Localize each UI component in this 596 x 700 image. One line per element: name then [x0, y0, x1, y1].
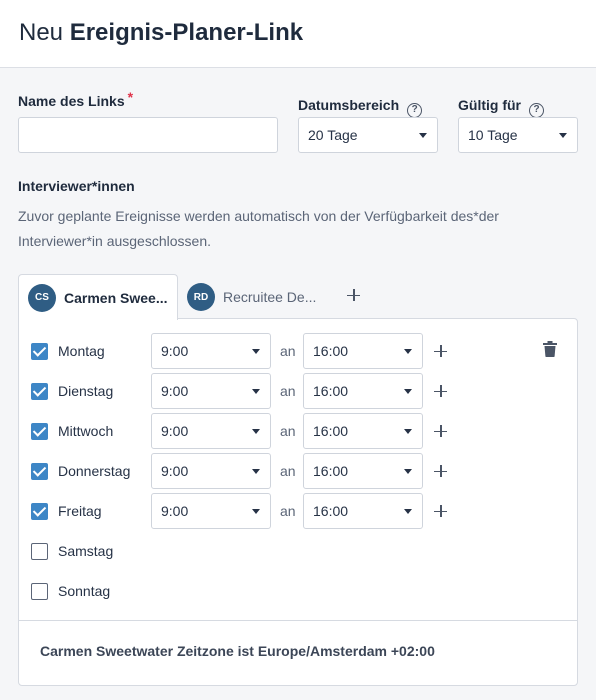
- start-time-value: 9:00: [161, 383, 189, 399]
- end-time-select[interactable]: 16:00: [303, 453, 423, 489]
- valid-for-select[interactable]: 10 Tage: [458, 117, 578, 153]
- day-checkbox[interactable]: [31, 583, 48, 600]
- start-time-select[interactable]: 9:00: [151, 413, 271, 449]
- avatar: CS: [28, 283, 56, 312]
- add-time-slot-icon[interactable]: [433, 343, 449, 359]
- day-checkbox[interactable]: [31, 343, 48, 360]
- tab-label: Recruitee De...: [223, 289, 317, 305]
- chevron-down-icon: [252, 429, 260, 434]
- end-time-select[interactable]: 16:00: [303, 333, 423, 369]
- chevron-down-icon: [559, 133, 567, 138]
- add-interviewer-icon[interactable]: [346, 287, 364, 305]
- add-time-slot-icon[interactable]: [433, 463, 449, 479]
- end-time-value: 16:00: [313, 423, 349, 439]
- valid-for-value: 10 Tage: [468, 127, 518, 143]
- date-range-value: 20 Tage: [308, 127, 358, 143]
- help-icon[interactable]: ?: [529, 103, 544, 118]
- connector-label: an: [280, 503, 296, 519]
- connector-label: an: [280, 423, 296, 439]
- link-name-input[interactable]: [18, 117, 278, 153]
- day-label: Dienstag: [58, 383, 114, 399]
- chevron-down-icon: [404, 429, 412, 434]
- end-time-value: 16:00: [313, 343, 349, 359]
- day-row-friday: Freitag 9:00 an 16:00: [19, 493, 577, 529]
- link-name-label-text: Name des Links: [18, 93, 125, 109]
- tab-interviewer-cs[interactable]: CS Carmen Swee...: [18, 274, 178, 320]
- end-time-select[interactable]: 16:00: [303, 413, 423, 449]
- day-label: Freitag: [58, 503, 102, 519]
- date-range-select[interactable]: 20 Tage: [298, 117, 438, 153]
- schedule-panel: Montag 9:00 an 16:00 Dienstag 9:00 an 16…: [18, 318, 578, 686]
- add-time-slot-icon[interactable]: [433, 503, 449, 519]
- day-checkbox[interactable]: [31, 383, 48, 400]
- day-checkbox[interactable]: [31, 503, 48, 520]
- start-time-select[interactable]: 9:00: [151, 373, 271, 409]
- timezone-note: Carmen Sweetwater Zeitzone ist Europe/Am…: [40, 643, 435, 659]
- start-time-select[interactable]: 9:00: [151, 453, 271, 489]
- interviewers-heading: Interviewer*innen: [18, 178, 135, 194]
- chevron-down-icon: [404, 469, 412, 474]
- day-label: Montag: [58, 343, 105, 359]
- start-time-value: 9:00: [161, 463, 189, 479]
- chevron-down-icon: [419, 133, 427, 138]
- chevron-down-icon: [252, 469, 260, 474]
- chevron-down-icon: [404, 349, 412, 354]
- end-time-select[interactable]: 16:00: [303, 493, 423, 529]
- tab-interviewer-rd[interactable]: RD Recruitee De...: [187, 274, 316, 320]
- add-time-slot-icon[interactable]: [433, 423, 449, 439]
- avatar: RD: [187, 283, 215, 311]
- day-checkbox[interactable]: [31, 423, 48, 440]
- connector-label: an: [280, 343, 296, 359]
- chevron-down-icon: [252, 389, 260, 394]
- chevron-down-icon: [404, 509, 412, 514]
- day-label: Donnerstag: [58, 463, 131, 479]
- add-time-slot-icon[interactable]: [433, 383, 449, 399]
- day-row-saturday: Samstag: [19, 533, 577, 569]
- day-row-thursday: Donnerstag 9:00 an 16:00: [19, 453, 577, 489]
- chevron-down-icon: [252, 349, 260, 354]
- start-time-value: 9:00: [161, 343, 189, 359]
- date-range-label-text: Datumsbereich: [298, 97, 400, 113]
- valid-for-label-text: Gültig für: [458, 97, 521, 113]
- day-checkbox[interactable]: [31, 543, 48, 560]
- interviewers-description: Zuvor geplante Ereignisse werden automat…: [18, 208, 499, 249]
- day-label: Mittwoch: [58, 423, 114, 439]
- required-marker: *: [127, 89, 134, 105]
- chevron-down-icon: [404, 389, 412, 394]
- day-row-tuesday: Dienstag 9:00 an 16:00: [19, 373, 577, 409]
- day-row-wednesday: Mittwoch 9:00 an 16:00: [19, 413, 577, 449]
- valid-for-label: Gültig für?: [458, 97, 544, 118]
- title-prefix: Neu: [19, 19, 64, 46]
- connector-label: an: [280, 463, 296, 479]
- link-name-label: Name des Links *: [18, 89, 133, 109]
- end-time-value: 16:00: [313, 383, 349, 399]
- connector-label: an: [280, 383, 296, 399]
- day-checkbox[interactable]: [31, 463, 48, 480]
- start-time-select[interactable]: 9:00: [151, 493, 271, 529]
- page-header: Neu Ereignis-Planer-Link: [0, 0, 596, 68]
- end-time-select[interactable]: 16:00: [303, 373, 423, 409]
- tab-label: Carmen Swee...: [64, 289, 168, 306]
- title-main: Ereignis-Planer-Link: [69, 19, 304, 46]
- end-time-value: 16:00: [313, 463, 349, 479]
- day-label: Sonntag: [58, 583, 111, 599]
- page-title: Neu Ereignis-Planer-Link: [19, 19, 303, 47]
- divider: [19, 620, 577, 621]
- day-row-monday: Montag 9:00 an 16:00: [19, 333, 577, 369]
- start-time-value: 9:00: [161, 503, 189, 519]
- help-icon[interactable]: ?: [407, 103, 423, 118]
- start-time-value: 9:00: [161, 423, 189, 439]
- start-time-select[interactable]: 9:00: [151, 333, 271, 369]
- date-range-label: Datumsbereich?: [298, 97, 423, 118]
- day-row-sunday: Sonntag: [19, 573, 577, 609]
- chevron-down-icon: [252, 509, 260, 514]
- end-time-value: 16:00: [313, 503, 349, 519]
- day-label: Samstag: [58, 543, 114, 559]
